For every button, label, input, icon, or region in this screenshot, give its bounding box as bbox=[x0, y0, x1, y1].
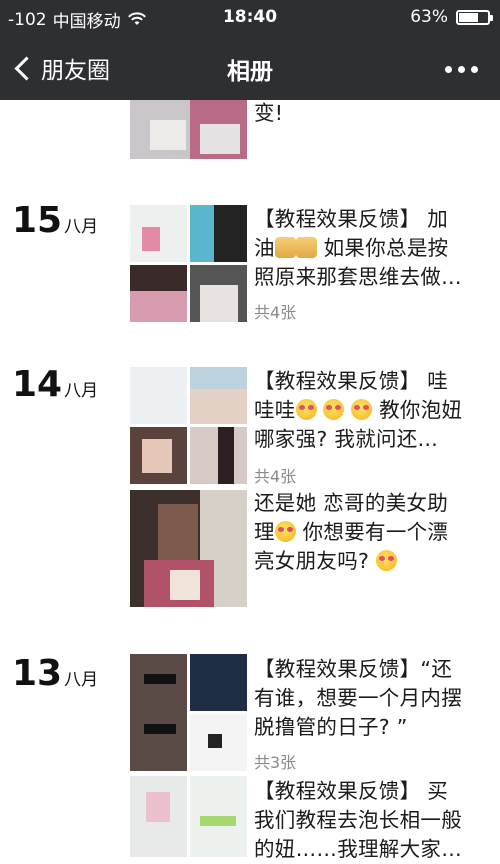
date-day: 15 bbox=[12, 200, 63, 241]
post-text-14b[interactable]: 还是她 恋哥的美女助 理 你想要有一个漂 亮女朋友吗? bbox=[254, 489, 490, 576]
heart-eyes-emoji-icon bbox=[274, 521, 296, 542]
more-dots-icon[interactable] bbox=[445, 66, 478, 73]
photo-count: 共3张 bbox=[254, 753, 297, 772]
post-image-15[interactable] bbox=[130, 205, 247, 322]
heart-eyes-emoji-icon bbox=[351, 399, 373, 420]
photo-count: 共4张 bbox=[254, 467, 297, 486]
heart-eyes-emoji-icon bbox=[295, 399, 317, 420]
post-image-14b[interactable] bbox=[130, 490, 247, 607]
post-image-13a[interactable] bbox=[130, 654, 247, 771]
status-right: 63% bbox=[410, 7, 493, 27]
date-15: 15 八月 bbox=[12, 200, 98, 241]
date-14: 14 八月 bbox=[12, 364, 98, 405]
thumbs-up-icon bbox=[274, 237, 296, 258]
post-image-top[interactable] bbox=[130, 100, 247, 159]
date-month: 八月 bbox=[64, 217, 99, 237]
post-text-15[interactable]: 【教程效果反馈】 加 油 如果你总是按 照原来那套思维去做... bbox=[254, 205, 490, 292]
date-13: 13 八月 bbox=[12, 653, 98, 694]
battery-percent: 63% bbox=[410, 7, 448, 27]
battery-icon bbox=[456, 9, 493, 25]
heart-eyes-emoji-icon bbox=[323, 399, 345, 420]
photo-count: 共4张 bbox=[254, 303, 297, 322]
nav-bar: 朋友圈 相册 bbox=[0, 36, 500, 100]
date-day: 14 bbox=[12, 364, 63, 405]
post-image-14a[interactable] bbox=[130, 367, 247, 484]
post-text-14a[interactable]: 【教程效果反馈】 哇 哇哇 教你泡妞 哪家强? 我就问还... bbox=[254, 367, 490, 454]
page-title: 相册 bbox=[227, 59, 273, 85]
post-image-13b[interactable] bbox=[130, 776, 247, 857]
date-month: 八月 bbox=[64, 670, 99, 690]
post-text-13b[interactable]: 【教程效果反馈】 买 我们教程去泡长相一般 的妞……我理解大家… bbox=[254, 777, 490, 864]
date-day: 13 bbox=[12, 653, 63, 694]
date-month: 八月 bbox=[64, 381, 99, 401]
status-bar: -102 中国移动 18:40 63% bbox=[0, 0, 500, 36]
heart-eyes-emoji-icon bbox=[376, 550, 398, 571]
thumbs-up-icon bbox=[295, 237, 317, 258]
post-text-13a[interactable]: 【教程效果反馈】“还 有谁，想要一个月内摆 脱撸管的日子? ” bbox=[254, 655, 490, 742]
post-text-top[interactable]: 变! bbox=[254, 99, 490, 128]
